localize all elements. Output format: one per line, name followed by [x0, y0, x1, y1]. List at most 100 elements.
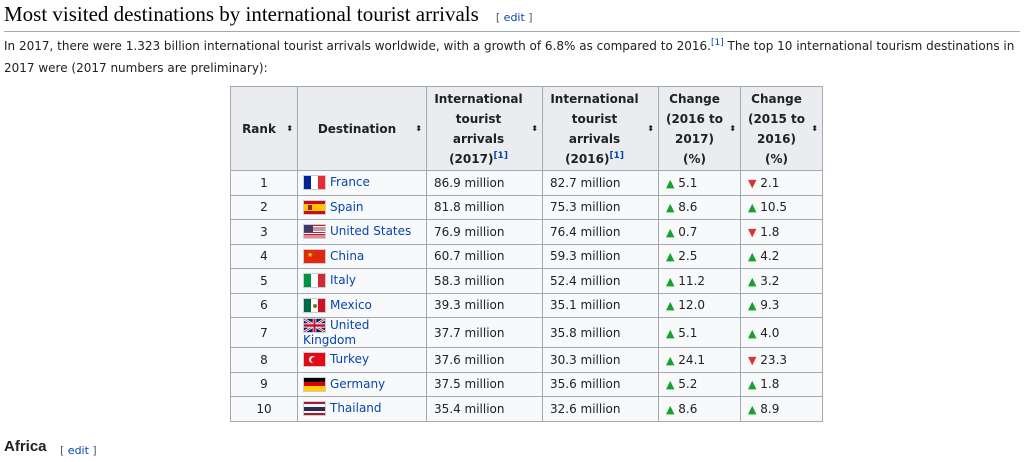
rank-cell: 2: [230, 194, 298, 220]
table-row: 3 United States 76.9 million 76.4 million ▲ …: [230, 219, 823, 245]
table-row: 7 United Kingdom 37.7 million 35.8 million ▲…: [230, 317, 823, 348]
table-row: 1 France 86.9 million 82.7 million ▲ 5.1 ▼ 2.…: [230, 170, 823, 196]
arrivals-2016-cell: 32.6 million: [542, 396, 659, 422]
rank-cell: 7: [230, 317, 298, 348]
country-link[interactable]: Spain: [330, 200, 364, 214]
change-2015-2016-cell: ▲ 10.5: [740, 194, 823, 220]
arrivals-2017-cell: 39.3 million: [426, 292, 543, 318]
section-heading: Most visited destinations by internation…: [4, 2, 1020, 32]
change-2015-2016-cell: ▲ 8.9: [740, 396, 823, 422]
usa-flag-icon: [303, 224, 326, 240]
change-2016-2017-cell: ▲ 11.2: [658, 268, 741, 294]
sort-icon[interactable]: ⬍: [647, 124, 654, 133]
sort-icon[interactable]: ⬍: [415, 124, 422, 133]
rank-cell: 8: [230, 347, 298, 373]
change-2016-2017-cell: ▲ 0.7: [658, 219, 741, 245]
change-2015-2016-cell: ▲ 4.0: [740, 317, 823, 348]
africa-edit-section: [ edit ]: [60, 444, 97, 457]
header-rank[interactable]: Rank ⬍: [230, 86, 298, 171]
table-body: 1 France 86.9 million 82.7 million ▲ 5.1 ▼ 2.…: [230, 170, 823, 422]
citation-link[interactable]: [1]: [609, 151, 624, 161]
country-link[interactable]: Turkey: [330, 352, 369, 366]
country-link[interactable]: Germany: [330, 377, 385, 391]
section-title: Most visited destinations by internation…: [4, 2, 479, 26]
arrivals-2017-cell: 37.5 million: [426, 371, 543, 397]
change-2015-2016-cell: ▼ 23.3: [740, 347, 823, 373]
rank-cell: 9: [230, 371, 298, 397]
china-flag-icon: ★: [303, 248, 326, 264]
arrivals-2017-cell: 35.4 million: [426, 396, 543, 422]
arrivals-2017-cell: 86.9 million: [426, 170, 543, 196]
destination-cell: ★ China: [297, 243, 427, 269]
destination-cell: Thailand: [297, 396, 427, 422]
rank-cell: 1: [230, 170, 298, 196]
destination-cell: Mexico: [297, 292, 427, 318]
header-change-2015-2016[interactable]: Change (2015 to 2016) (%) ⬍: [740, 86, 823, 171]
arrivals-2016-cell: 59.3 million: [542, 243, 659, 269]
sort-icon[interactable]: ⬍: [286, 124, 293, 133]
change-2015-2016-cell: ▲ 1.8: [740, 371, 823, 397]
table-row: 6 Mexico 39.3 million 35.1 million ▲ 12.0 ▲ 9…: [230, 292, 823, 318]
header-arrivals-2017[interactable]: International tourist arrivals (2017)[1]…: [426, 86, 543, 171]
france-flag-icon: [303, 175, 326, 191]
edit-link[interactable]: edit: [504, 11, 525, 24]
arrivals-2017-cell: 81.8 million: [426, 194, 543, 220]
destination-cell: Italy: [297, 268, 427, 294]
increase-icon: ▲: [666, 274, 675, 288]
arrivals-2016-cell: 35.1 million: [542, 292, 659, 318]
increase-icon: ▲: [748, 378, 757, 392]
header-change-2016-2017[interactable]: Change (2016 to 2017) (%) ⬍: [658, 86, 741, 171]
arrivals-2017-cell: 37.7 million: [426, 317, 543, 348]
table-header-row: Rank ⬍ Destination ⬍ International touri…: [230, 86, 823, 171]
change-2015-2016-cell: ▼ 2.1: [740, 170, 823, 196]
change-2015-2016-cell: ▲ 3.2: [740, 268, 823, 294]
increase-icon: ▲: [748, 326, 757, 340]
increase-icon: ▲: [748, 402, 757, 416]
header-destination[interactable]: Destination ⬍: [297, 86, 427, 171]
table-row: 8 Turkey 37.6 million 30.3 million ▲ 24.1 ▼ 2…: [230, 347, 823, 373]
arrivals-2016-cell: 52.4 million: [542, 268, 659, 294]
destination-cell: United Kingdom: [297, 317, 427, 348]
edit-section: [ edit ]: [495, 11, 533, 24]
turkey-flag-icon: [303, 352, 326, 368]
citation-link[interactable]: [1]: [493, 151, 508, 161]
intro-paragraph: In 2017, there were 1.323 billion intern…: [4, 38, 1015, 76]
sort-icon[interactable]: ⬍: [729, 124, 736, 133]
sort-icon[interactable]: ⬍: [811, 124, 818, 133]
change-2016-2017-cell: ▲ 5.2: [658, 371, 741, 397]
thailand-flag-icon: [303, 401, 326, 417]
country-link[interactable]: Thailand: [330, 401, 382, 415]
citation-link[interactable]: [1]: [711, 38, 724, 48]
table-row: 2 Spain 81.8 million 75.3 million ▲ 8.6 ▲ 10.…: [230, 194, 823, 220]
country-link[interactable]: France: [330, 175, 370, 189]
change-2016-2017-cell: ▲ 5.1: [658, 170, 741, 196]
arrivals-2016-cell: 76.4 million: [542, 219, 659, 245]
change-2015-2016-cell: ▲ 4.2: [740, 243, 823, 269]
change-2016-2017-cell: ▲ 8.6: [658, 194, 741, 220]
change-2015-2016-cell: ▲ 9.3: [740, 292, 823, 318]
increase-icon: ▲: [666, 250, 675, 264]
destination-cell: Turkey: [297, 347, 427, 373]
rank-cell: 5: [230, 268, 298, 294]
country-link[interactable]: Italy: [330, 273, 356, 287]
country-link[interactable]: Mexico: [330, 298, 372, 312]
africa-heading: Africa: [4, 438, 47, 455]
table-row: 5 Italy 58.3 million 52.4 million ▲ 11.2 ▲ 3.…: [230, 268, 823, 294]
sort-icon[interactable]: ⬍: [531, 124, 538, 133]
arrivals-2016-cell: 75.3 million: [542, 194, 659, 220]
arrivals-2016-cell: 35.6 million: [542, 371, 659, 397]
arrivals-2016-cell: 35.8 million: [542, 317, 659, 348]
rank-cell: 6: [230, 292, 298, 318]
decrease-icon: ▼: [748, 176, 757, 190]
mexico-flag-icon: [303, 297, 326, 313]
destination-cell: France: [297, 170, 427, 196]
table-row: 10 Thailand 35.4 million 32.6 million ▲ 8.6 ▲…: [230, 396, 823, 422]
country-link[interactable]: China: [330, 249, 364, 263]
country-link[interactable]: United States: [330, 224, 411, 238]
change-2016-2017-cell: ▲ 24.1: [658, 347, 741, 373]
increase-icon: ▲: [666, 402, 675, 416]
header-arrivals-2016[interactable]: International tourist arrivals (2016)[1]…: [542, 86, 659, 171]
rank-cell: 10: [230, 396, 298, 422]
edit-link[interactable]: edit: [68, 444, 89, 457]
spain-flag-icon: [303, 199, 326, 215]
